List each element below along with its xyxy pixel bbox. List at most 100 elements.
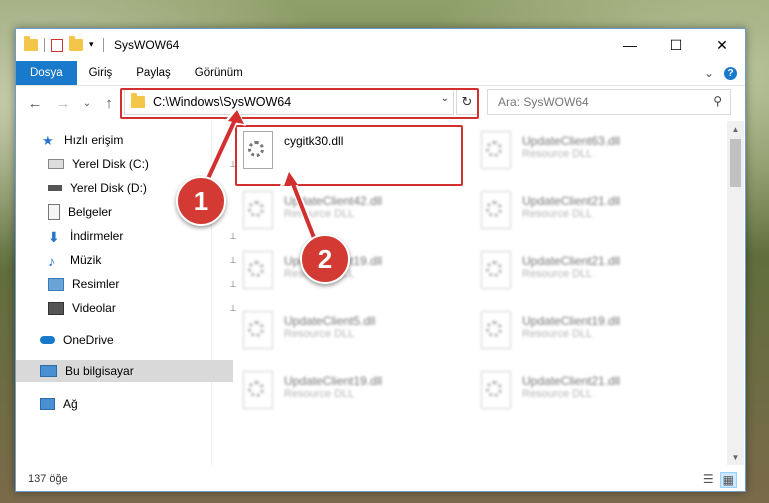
address-dropdown-icon[interactable]: ⌄ bbox=[441, 93, 449, 104]
recent-locations-button[interactable]: ⌄ bbox=[76, 98, 98, 109]
file-name: UpdateClient21.dll bbox=[522, 254, 621, 268]
tab-file[interactable]: Dosya bbox=[16, 61, 77, 85]
pictures-icon bbox=[48, 277, 64, 291]
properties-icon[interactable] bbox=[51, 38, 63, 52]
tab-home[interactable]: Giriş bbox=[77, 61, 125, 85]
tiles-view-icon[interactable]: ▦ bbox=[719, 472, 737, 488]
dll-file-icon bbox=[240, 129, 274, 169]
back-button[interactable]: ← bbox=[24, 95, 46, 112]
file-item-cygitk30[interactable]: cygitk30.dll bbox=[240, 129, 460, 181]
sidebar-item-label: Yerel Disk (C:) bbox=[72, 157, 149, 171]
file-name: UpdateClient21.dll bbox=[522, 374, 621, 388]
file-name: UpdateClient19.dll bbox=[522, 314, 621, 328]
new-folder-icon[interactable] bbox=[69, 36, 83, 51]
expand-ribbon-icon[interactable]: ⌄ bbox=[704, 66, 714, 80]
toolbar-separator bbox=[103, 38, 104, 52]
file-type: Resource DLL bbox=[522, 328, 593, 340]
star-icon: ★ bbox=[42, 133, 54, 148]
dll-file-icon bbox=[240, 309, 274, 349]
disk-icon bbox=[48, 159, 64, 169]
search-input[interactable]: Ara: SysWOW64 bbox=[498, 95, 589, 109]
title-bar: ▾ SysWOW64 — ☐ ✕ bbox=[16, 29, 745, 61]
search-icon[interactable]: ⚲ bbox=[713, 94, 722, 108]
sidebar-item-downloads[interactable]: ⬇ İndirmeler ⊥ bbox=[16, 225, 243, 247]
file-item[interactable]: UpdateClient21.dll Resource DLL bbox=[478, 189, 698, 241]
dll-file-icon bbox=[478, 129, 512, 169]
file-item[interactable]: UpdateClient19.dll Resource DLL bbox=[478, 309, 698, 361]
sidebar-item-label: Müzik bbox=[70, 253, 102, 267]
file-type: Resource DLL bbox=[284, 328, 355, 340]
file-name: UpdateClient19.dll bbox=[284, 374, 383, 388]
folder-icon bbox=[131, 93, 145, 108]
file-item[interactable]: UpdateClient19.dll Resource DLL bbox=[240, 249, 460, 301]
vertical-scrollbar[interactable]: ▲ ▼ bbox=[727, 121, 744, 465]
download-icon: ⬇ bbox=[48, 229, 60, 245]
file-type: Resource DLL bbox=[522, 148, 593, 160]
dll-file-icon bbox=[478, 189, 512, 229]
tab-view[interactable]: Görünüm bbox=[183, 61, 255, 85]
navigation-pane: ★ Hızlı erişim Yerel Disk (C:) ⊥ Yerel D… bbox=[16, 121, 237, 465]
sidebar-item-disk-c[interactable]: Yerel Disk (C:) ⊥ bbox=[16, 153, 243, 175]
close-button[interactable]: ✕ bbox=[699, 29, 745, 61]
file-type: Resource DLL bbox=[522, 208, 593, 220]
music-icon: ♪ bbox=[48, 253, 55, 269]
sidebar-item-onedrive[interactable]: OneDrive bbox=[16, 329, 235, 351]
up-button[interactable]: ↑ bbox=[98, 95, 120, 112]
sidebar-item-network[interactable]: Ağ bbox=[16, 393, 235, 415]
refresh-button[interactable]: ↻ bbox=[456, 89, 478, 115]
quick-access-toolbar: ▾ bbox=[16, 36, 104, 52]
file-name: UpdateClient63.dll bbox=[522, 134, 621, 148]
network-icon bbox=[40, 398, 55, 410]
dll-file-icon bbox=[478, 309, 512, 349]
videos-icon bbox=[48, 301, 64, 315]
sidebar-item-pictures[interactable]: Resimler ⊥ bbox=[16, 273, 243, 295]
view-toggle: ☰ ▦ bbox=[703, 472, 737, 488]
sidebar-item-videos[interactable]: Videolar ⊥ bbox=[16, 297, 243, 319]
documents-icon bbox=[48, 204, 60, 220]
disk-icon bbox=[48, 185, 62, 191]
minimize-button[interactable]: — bbox=[607, 29, 653, 61]
navigation-bar: ← → ⌄ ↑ C:\Windows\SysWOW64 ⌄ ↻ Ara: Sys… bbox=[16, 86, 745, 120]
customize-toolbar-icon[interactable]: ▾ bbox=[89, 39, 97, 51]
explorer-window: ▾ SysWOW64 — ☐ ✕ Dosya Giriş Paylaş Görü… bbox=[15, 28, 746, 492]
file-item[interactable]: UpdateClient5.dll Resource DLL bbox=[240, 309, 460, 361]
file-item[interactable]: UpdateClient19.dll Resource DLL bbox=[240, 369, 460, 421]
search-box[interactable]: Ara: SysWOW64 ⚲ bbox=[487, 89, 731, 115]
sidebar-item-this-pc[interactable]: Bu bilgisayar bbox=[16, 360, 233, 382]
status-bar: 137 öğe ☰ ▦ bbox=[16, 467, 745, 491]
details-view-icon[interactable]: ☰ bbox=[703, 472, 714, 488]
sidebar-item-label: Bu bilgisayar bbox=[65, 364, 134, 378]
help-icon[interactable]: ? bbox=[724, 66, 737, 80]
dll-file-icon bbox=[478, 249, 512, 289]
dll-file-icon bbox=[240, 249, 274, 289]
forward-button[interactable]: → bbox=[52, 95, 74, 112]
address-path[interactable]: C:\Windows\SysWOW64 bbox=[153, 95, 291, 109]
sidebar-item-label: Hızlı erişim bbox=[64, 133, 124, 147]
callout-badge-1: 1 bbox=[176, 176, 226, 226]
sidebar-item-label: İndirmeler bbox=[70, 229, 124, 243]
file-item[interactable]: UpdateClient21.dll Resource DLL bbox=[478, 369, 698, 421]
sidebar-item-label: Yerel Disk (D:) bbox=[70, 181, 147, 195]
callout-badge-2: 2 bbox=[300, 234, 350, 284]
sidebar-item-music[interactable]: ♪ Müzik ⊥ bbox=[16, 249, 243, 271]
file-item[interactable]: UpdateClient63.dll Resource DLL bbox=[478, 129, 698, 181]
address-bar[interactable]: C:\Windows\SysWOW64 ⌄ bbox=[124, 89, 454, 115]
sidebar-item-quick-access[interactable]: ★ Hızlı erişim bbox=[16, 129, 237, 151]
file-type: Resource DLL bbox=[522, 388, 593, 400]
maximize-button[interactable]: ☐ bbox=[653, 29, 699, 61]
scroll-down-icon[interactable]: ▼ bbox=[727, 449, 744, 465]
file-type: Resource DLL bbox=[284, 208, 355, 220]
file-item[interactable]: UpdateClient42.dll Resource DLL bbox=[240, 189, 460, 241]
file-item[interactable]: UpdateClient21.dll Resource DLL bbox=[478, 249, 698, 301]
file-name: UpdateClient5.dll bbox=[284, 314, 376, 328]
sidebar-item-label: Resimler bbox=[72, 277, 120, 291]
tab-share[interactable]: Paylaş bbox=[124, 61, 183, 85]
scrollbar-thumb[interactable] bbox=[730, 139, 741, 187]
sidebar-item-label: Belgeler bbox=[68, 205, 113, 219]
folder-icon bbox=[24, 36, 38, 51]
cloud-icon bbox=[40, 336, 55, 344]
window-title: SysWOW64 bbox=[114, 38, 180, 52]
dll-file-icon bbox=[478, 369, 512, 409]
scroll-up-icon[interactable]: ▲ bbox=[727, 121, 744, 137]
file-type: Resource DLL bbox=[284, 388, 355, 400]
